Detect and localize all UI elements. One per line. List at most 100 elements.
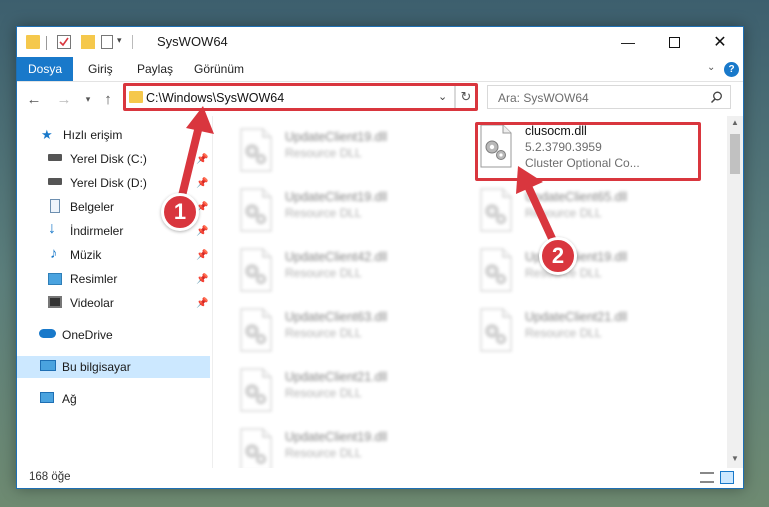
arrow-left-icon: ← [26,90,42,108]
sidebar-item-label: Resimler [70,272,118,286]
videos-icon [48,296,62,308]
file-name: UpdateClient19.dll [285,190,388,204]
pin-icon: 📌 [196,273,209,285]
list-item[interactable]: UpdateClient19.dll Resource DLL [239,126,459,176]
list-item[interactable]: UpdateClient21.dll Resource DLL [479,306,699,356]
dll-file-icon [239,308,273,352]
pin-icon: 📌 [196,249,209,261]
sidebar-item-pictures[interactable]: Resimler 📌 [17,268,212,290]
sidebar-item-label: Videolar [70,296,114,310]
sidebar-item-label: Yerel Disk (D:) [70,176,147,190]
properties-icon[interactable] [57,35,71,49]
sidebar-item-this-pc[interactable]: Bu bilgisayar [17,356,210,378]
minimize-button[interactable]: — [605,27,651,57]
navigation-pane: ★ Hızlı erişim Yerel Disk (C:) 📌 Yerel D… [17,116,213,468]
large-icons-view-icon[interactable] [720,471,734,484]
drive-icon [48,154,62,161]
dll-file-icon [479,188,513,232]
minimize-icon: — [621,34,635,50]
sidebar-item-music[interactable]: ♪ Müzik 📌 [17,244,212,266]
status-bar: 168 öğe [17,468,743,488]
pictures-icon [48,273,62,285]
title-bar: ▾ SysWOW64 — ✕ [17,27,743,57]
sidebar-item-label: Belgeler [70,200,115,214]
tab-dosya[interactable]: Dosya [17,57,73,81]
list-item[interactable]: UpdateClient21.dll Resource DLL [239,366,459,416]
dll-file-icon [479,308,513,352]
sidebar-item-onedrive[interactable]: OneDrive [17,324,212,346]
pin-icon: 📌 [196,225,209,237]
file-type: Resource DLL [285,146,362,160]
list-item[interactable]: UpdateClient65.dll Resource DLL [479,186,699,236]
sidebar-item-label: Ağ [62,392,77,406]
list-item[interactable]: UpdateClient42.dll Resource DLL [239,246,459,296]
sidebar-item-disk-d[interactable]: Yerel Disk (D:) 📌 [17,172,212,194]
scroll-up-icon[interactable]: ▲ [731,118,739,127]
sidebar-item-label: Bu bilgisayar [62,360,131,374]
recent-locations-button[interactable]: ▾ [79,90,97,108]
list-item[interactable]: UpdateClient63.dll Resource DLL [239,306,459,356]
sidebar-item-disk-c[interactable]: Yerel Disk (C:) 📌 [17,148,212,170]
sidebar-item-network[interactable]: Ağ [17,388,212,410]
address-highlight-box [123,83,478,111]
sidebar-item-label: Yerel Disk (C:) [70,152,147,166]
dll-file-icon [239,128,273,172]
quick-access-customize-icon[interactable] [101,35,113,49]
music-icon: ♪ [50,245,58,262]
sidebar-item-videos[interactable]: Videolar 📌 [17,292,212,314]
file-name: UpdateClient65.dll [525,190,628,204]
search-box[interactable]: Ara: SysWOW64 [487,85,731,109]
file-type: Resource DLL [285,266,362,280]
tab-gorunum[interactable]: Görünüm [194,57,244,81]
back-button[interactable]: ← [25,90,43,108]
documents-icon [50,199,60,213]
cloud-icon [39,329,56,338]
ribbon-expand-icon[interactable]: ⌄ [707,62,715,73]
ribbon-tabs: Dosya Giriş Paylaş Görünüm ⌄ ? [17,57,743,82]
window-title: SysWOW64 [157,34,228,49]
file-type: Resource DLL [285,446,362,460]
item-count: 168 öğe [29,471,71,483]
list-item[interactable]: UpdateClient19.dll Resource DLL [239,426,459,468]
new-folder-icon[interactable] [81,35,95,49]
list-item[interactable]: UpdateClient19.dll Resource DLL [239,186,459,236]
tab-giris[interactable]: Giriş [88,57,113,81]
step-badge-2: 2 [539,237,577,275]
dll-file-icon [239,188,273,232]
folder-icon [26,35,40,49]
file-name: UpdateClient63.dll [285,310,388,324]
download-icon: ↓ [48,220,56,237]
file-type: Resource DLL [525,326,602,340]
list-item[interactable]: UpdateClient19.dll Resource DLL [479,246,699,296]
maximize-icon [668,36,680,48]
separator [46,36,47,50]
details-view-icon[interactable] [700,472,714,483]
file-type: Resource DLL [525,206,602,220]
arrow-right-icon: → [56,90,72,108]
vertical-scrollbar[interactable]: ▲ ▼ [727,116,743,468]
sidebar-item-label: İndirmeler [70,224,124,238]
up-button[interactable]: ↑ [99,90,117,108]
sidebar-item-quick-access[interactable]: ★ Hızlı erişim [17,124,212,146]
file-name: UpdateClient21.dll [525,310,628,324]
scroll-down-icon[interactable]: ▼ [731,454,739,463]
scroll-thumb[interactable] [730,134,740,174]
forward-button[interactable]: → [55,90,73,108]
file-highlight-box [475,122,701,181]
dll-file-icon [239,248,273,292]
dll-file-icon [239,368,273,412]
maximize-button[interactable] [651,27,697,57]
sidebar-item-label: OneDrive [62,328,113,342]
star-icon: ★ [41,127,53,142]
network-icon [40,392,54,403]
computer-icon [40,360,56,371]
help-icon[interactable]: ? [724,62,739,77]
file-name: UpdateClient19.dll [285,130,388,144]
close-icon: ✕ [713,34,727,51]
close-button[interactable]: ✕ [697,27,743,57]
tab-paylas[interactable]: Paylaş [137,57,173,81]
chevron-down-icon[interactable]: ▾ [117,35,122,46]
file-name: UpdateClient21.dll [285,370,388,384]
file-type: Resource DLL [285,326,362,340]
search-placeholder: Ara: SysWOW64 [498,91,589,105]
